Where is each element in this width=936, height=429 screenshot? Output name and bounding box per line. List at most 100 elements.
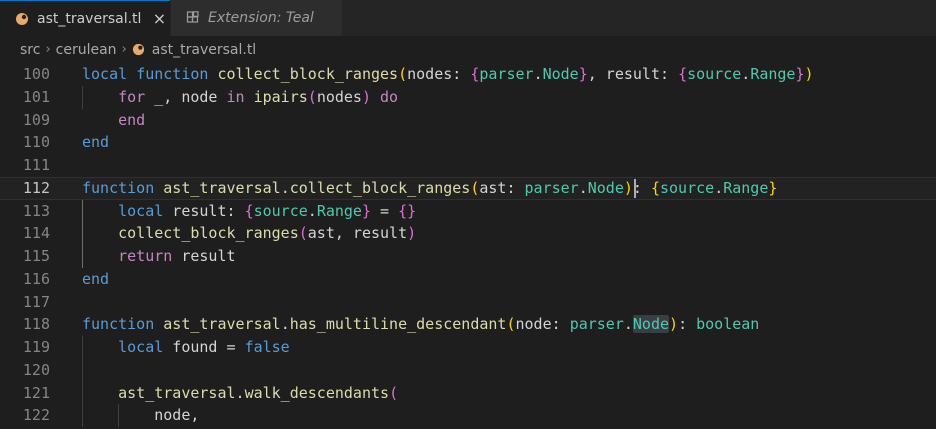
code-line[interactable]: 116 end	[0, 268, 936, 291]
line-number: 111	[22, 156, 50, 174]
code-text: return result	[82, 245, 235, 268]
indent-guide	[82, 336, 83, 427]
breadcrumb-item-file[interactable]: ast_traversal.tl	[152, 42, 256, 58]
code-token: Node	[632, 315, 670, 334]
code-token: parser	[479, 65, 534, 83]
code-text: node,	[82, 404, 199, 427]
code-token: for	[118, 87, 146, 106]
indent-guide	[82, 199, 83, 268]
line-number: 109	[22, 110, 50, 129]
code-line[interactable]: 121 ast_traversal.walk_descendants(	[0, 382, 936, 405]
code-token: do	[380, 87, 399, 106]
code-token: :	[678, 315, 697, 334]
code-line[interactable]: 100 local function collect_block_ranges(n…	[0, 63, 936, 86]
line-number: 120	[22, 360, 50, 379]
teal-file-icon	[132, 43, 146, 57]
indent-guide	[118, 404, 120, 427]
breadcrumb-item-src[interactable]: src	[20, 42, 40, 58]
code-line[interactable]: 111	[0, 154, 936, 177]
code-text: for _, node in ipairs(nodes) do	[82, 86, 398, 109]
code-token: .	[235, 383, 245, 402]
code-text: function ast_traversal.has_multiline_des…	[82, 313, 759, 336]
tab-bar: ast_traversal.tl × Extension: Teal	[0, 0, 936, 36]
code-token: ast_traversal	[163, 178, 281, 197]
code-editor[interactable]: 100 local function collect_block_ranges(n…	[0, 63, 936, 429]
code-token: found =	[163, 338, 245, 356]
line-number: 121	[22, 383, 50, 402]
code-token: {	[650, 178, 660, 197]
code-line[interactable]: 117	[0, 291, 936, 314]
code-token: {}	[398, 201, 417, 220]
line-number: 122	[22, 406, 50, 425]
code-token: )	[407, 224, 417, 243]
code-line[interactable]: 101 for _, node in ipairs(nodes) do	[0, 86, 936, 109]
line-number: 116	[22, 269, 50, 288]
code-token: .	[623, 315, 633, 334]
code-line[interactable]: 113 local result: {source.Range} = {}	[0, 200, 936, 223]
code-token: ast, result	[307, 224, 408, 243]
code-token: )	[804, 65, 814, 83]
code-token: ast_traversal	[163, 315, 281, 334]
breadcrumb-item-cerulean[interactable]: cerulean	[56, 42, 117, 58]
tab-extension-teal[interactable]: Extension: Teal	[170, 0, 342, 36]
code-text: end	[82, 131, 109, 154]
code-token: false	[244, 338, 290, 356]
code-token: =	[371, 201, 399, 220]
line-number: 113	[22, 201, 50, 220]
code-token: nodes:	[407, 65, 471, 83]
line-number: 112	[22, 178, 50, 197]
code-token: collect_block_ranges	[289, 178, 471, 197]
code-text: function ast_traversal.collect_block_ran…	[82, 177, 777, 200]
code-token: }	[768, 178, 778, 197]
code-token: local	[82, 65, 128, 83]
code-token: , result:	[587, 65, 679, 83]
code-token: node,	[82, 406, 200, 425]
code-token: source	[253, 201, 308, 220]
line-number: 117	[22, 292, 50, 311]
extensions-icon	[185, 10, 201, 26]
code-token: .	[741, 65, 751, 83]
code-token: (	[506, 315, 516, 334]
line-number: 118	[22, 315, 50, 334]
code-token: in	[226, 87, 245, 106]
code-token: .	[280, 178, 290, 197]
close-icon[interactable]: ×	[151, 9, 167, 28]
code-text: end	[82, 109, 145, 132]
code-line[interactable]: 112 function ast_traversal.collect_block_…	[0, 176, 936, 200]
code-line[interactable]: 110 end	[0, 131, 936, 154]
code-token: local	[118, 338, 164, 356]
line-number: 101	[22, 87, 50, 106]
code-line[interactable]: 115 return result	[0, 245, 936, 268]
code-token: .	[280, 315, 290, 334]
text-cursor	[634, 178, 637, 198]
line-number: 114	[22, 224, 50, 243]
code-token: source	[660, 178, 715, 197]
line-number: 115	[22, 247, 50, 265]
code-token: .	[533, 65, 543, 83]
code-token: parser	[524, 178, 579, 197]
breadcrumb: src › cerulean › ast_traversal.tl	[0, 36, 936, 63]
code-token: Range	[316, 201, 362, 220]
code-token: ipairs	[253, 87, 308, 106]
code-token: Node	[587, 178, 624, 197]
code-token: {	[678, 65, 688, 83]
code-token: return	[118, 247, 173, 265]
code-line[interactable]: 120	[0, 359, 936, 382]
code-token: .	[578, 178, 588, 197]
code-line[interactable]: 118 function ast_traversal.has_multiline_…	[0, 313, 936, 336]
code-line[interactable]: 122 node,	[0, 404, 936, 427]
code-line[interactable]: 114 collect_block_ranges(ast, result)	[0, 222, 936, 245]
tab-ast-traversal[interactable]: ast_traversal.tl ×	[0, 0, 170, 36]
code-token: function	[136, 65, 209, 83]
line-number: 119	[22, 338, 50, 356]
line-number: 110	[22, 133, 50, 152]
code-line[interactable]: 119 local found = false	[0, 336, 936, 359]
code-token: nodes	[316, 87, 362, 106]
code-line[interactable]: 109 end	[0, 109, 936, 132]
code-token: source	[687, 65, 742, 83]
